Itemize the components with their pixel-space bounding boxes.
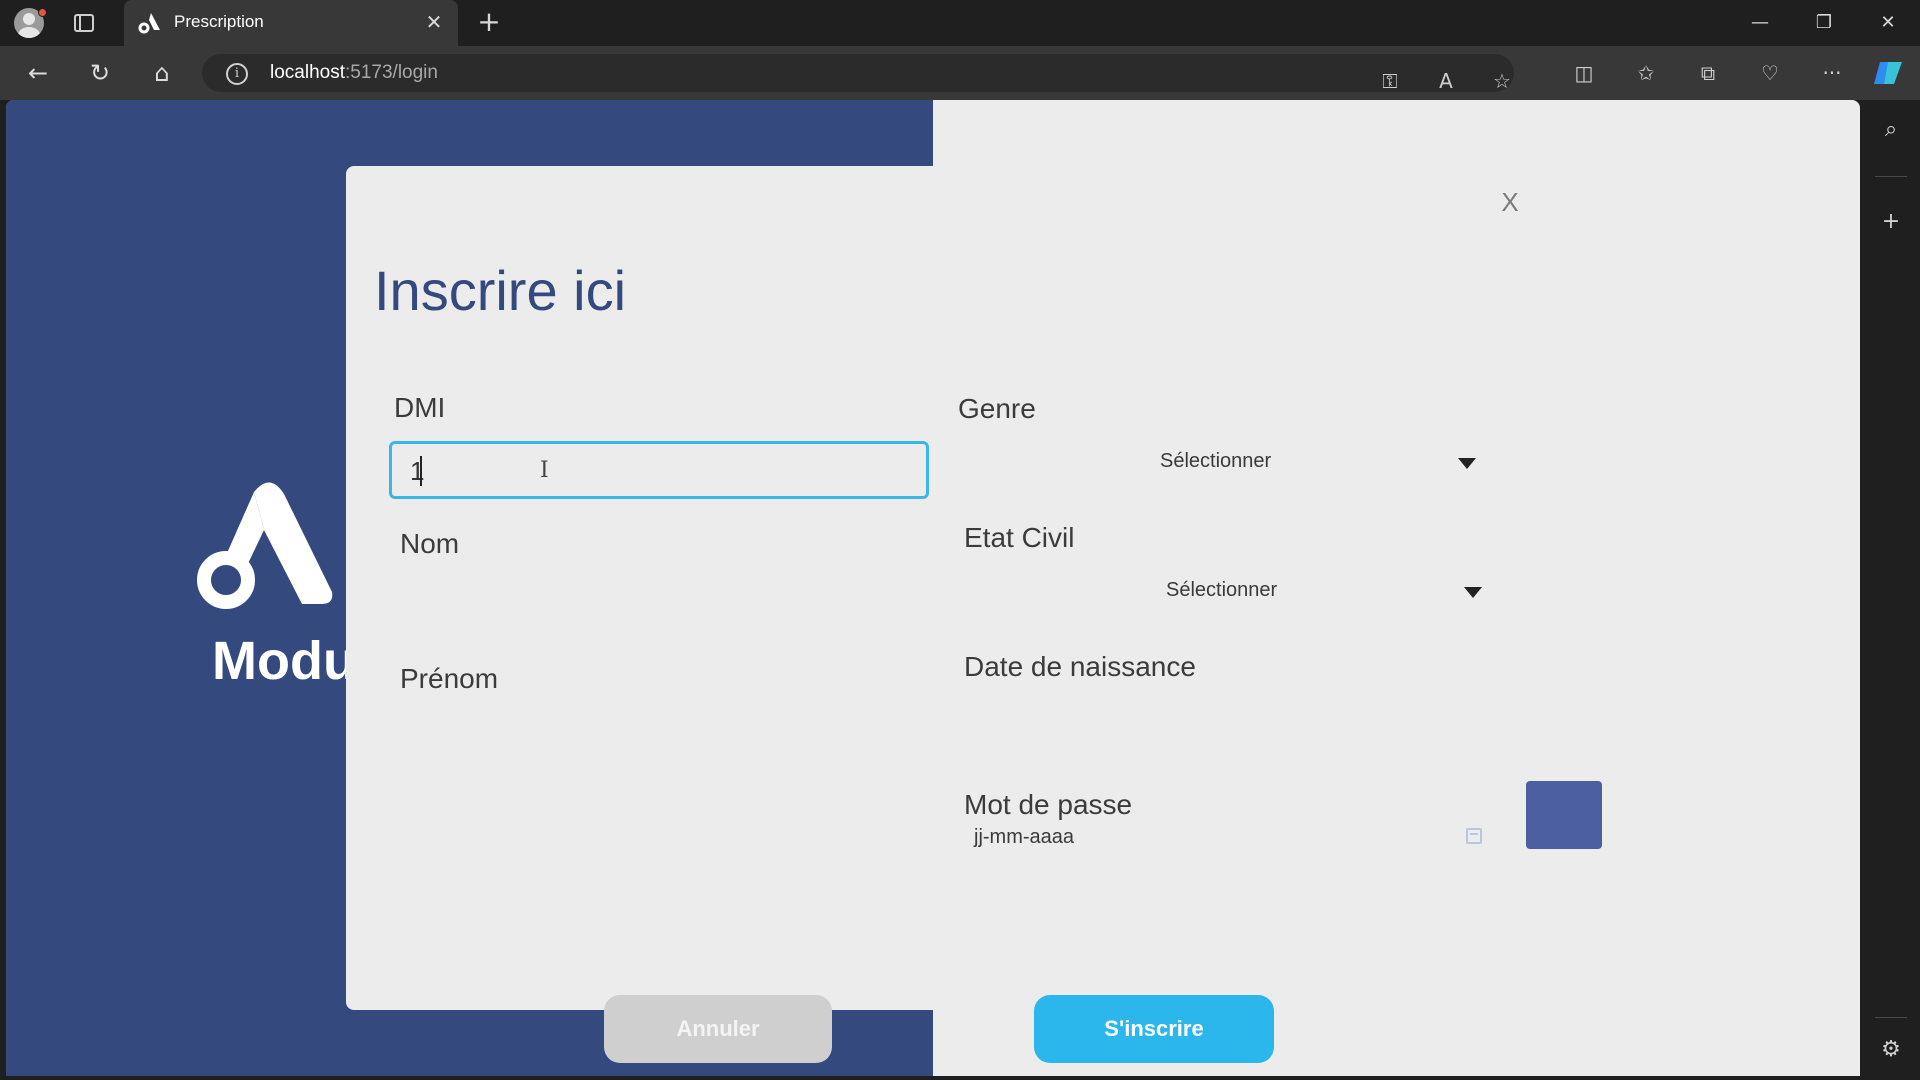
sidebar-search-icon[interactable]: ⌕ xyxy=(1873,112,1909,148)
page-viewport: Modu ON X Inscrire ici DMI 1 I Nom Préno… xyxy=(6,100,1860,1076)
genre-select-value: Sélectionner xyxy=(1160,450,1272,472)
app-logo-icon xyxy=(138,13,160,34)
url-bar[interactable]: i localhost:5173/login ⚿ A ☆ xyxy=(202,54,1514,93)
copilot-icon[interactable] xyxy=(1872,58,1904,88)
window-close-icon[interactable]: ✕ xyxy=(1870,8,1906,38)
sidebar-divider xyxy=(1875,176,1907,177)
dmi-input-value: 1 xyxy=(410,456,425,486)
collections-icon[interactable]: ⧉ xyxy=(1690,56,1726,90)
browser-tab-bar: Prescription ✕ + — ❐ ✕ xyxy=(0,0,1920,46)
signup-submit-button[interactable]: S'inscrire xyxy=(1034,995,1274,1063)
address-toolbar: ← ↻ ⌂ i localhost:5173/login ⚿ A ☆ ◫ ✩ ⧉… xyxy=(0,46,1920,100)
split-screen-icon[interactable]: ◫ xyxy=(1566,56,1602,90)
mot-de-passe-label: Mot de passe xyxy=(964,789,1133,820)
password-key-icon[interactable]: ⚿ xyxy=(1372,64,1408,98)
site-info-icon[interactable]: i xyxy=(226,63,248,85)
more-options-icon[interactable]: ··· xyxy=(1814,56,1850,90)
home-icon[interactable]: ⌂ xyxy=(144,56,180,90)
chevron-down-icon xyxy=(1464,587,1482,598)
back-arrow-icon[interactable]: ← xyxy=(20,56,56,90)
dmi-label: DMI xyxy=(394,392,446,423)
modal-title: Inscrire ici xyxy=(374,259,627,322)
modal-close-button[interactable]: X xyxy=(1492,184,1528,220)
sidebar-settings-gear-icon[interactable]: ⚙ xyxy=(1873,1032,1909,1068)
date-naissance-input[interactable]: jj-mm-aaaa xyxy=(974,826,1074,849)
tab-title: Prescription xyxy=(174,12,264,31)
signup-modal: X Inscrire ici DMI 1 I Nom Prénom Genre … xyxy=(346,166,1636,1063)
tab-close-icon[interactable]: ✕ xyxy=(422,9,446,35)
refresh-icon[interactable]: ↻ xyxy=(82,56,118,90)
restore-icon[interactable]: ❐ xyxy=(1806,8,1842,38)
read-aloud-icon[interactable]: A xyxy=(1428,64,1464,98)
blue-block xyxy=(1526,781,1602,849)
etat-civil-select[interactable]: Sélectionner xyxy=(1166,573,1496,613)
favorite-star-icon[interactable]: ☆ xyxy=(1484,64,1520,98)
calendar-icon[interactable] xyxy=(1466,828,1482,844)
browser-essentials-icon[interactable]: ♡ xyxy=(1752,56,1788,90)
browser-tab-prescription[interactable]: Prescription ✕ xyxy=(124,0,458,46)
prenom-label: Prénom xyxy=(400,663,499,694)
etat-civil-label: Etat Civil xyxy=(964,522,1075,553)
tab-actions-icon[interactable] xyxy=(74,14,94,32)
sidebar-add-icon[interactable]: + xyxy=(1873,204,1909,240)
minimize-icon[interactable]: — xyxy=(1742,8,1778,38)
url-text[interactable]: localhost:5173/login xyxy=(270,62,438,84)
ibeam-cursor-icon: I xyxy=(540,458,549,483)
browser-sidebar: ⌕ + ⚙ xyxy=(1861,100,1920,1080)
brand-name: Modu xyxy=(212,631,356,691)
cancel-button[interactable]: Annuler xyxy=(604,995,832,1063)
new-tab-button[interactable]: + xyxy=(474,7,504,37)
genre-select[interactable]: Sélectionner xyxy=(1160,444,1490,484)
dmi-input[interactable]: 1 I xyxy=(389,441,929,499)
app-logo-icon xyxy=(197,482,333,609)
date-naissance-label: Date de naissance xyxy=(964,651,1196,682)
genre-label: Genre xyxy=(958,393,1036,424)
sidebar-divider-bottom xyxy=(1875,1017,1907,1018)
profile-avatar-icon[interactable] xyxy=(14,8,48,38)
chevron-down-icon xyxy=(1458,458,1476,469)
etat-civil-select-value: Sélectionner xyxy=(1166,579,1278,601)
favorites-icon[interactable]: ✩ xyxy=(1628,56,1664,90)
text-caret xyxy=(420,456,422,486)
nom-label: Nom xyxy=(400,528,460,559)
